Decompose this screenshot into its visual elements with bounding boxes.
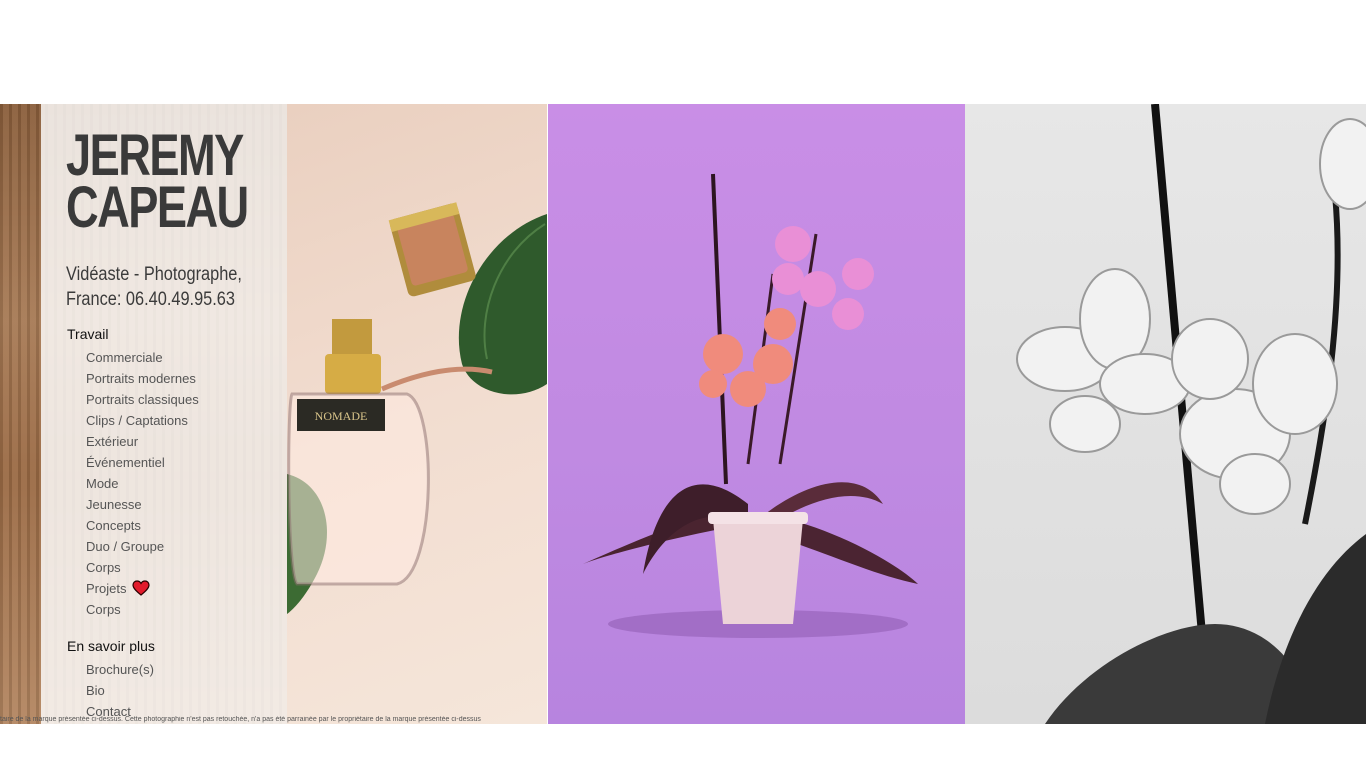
- menu-link[interactable]: Événementiel: [86, 455, 165, 470]
- menu-link[interactable]: Duo / Groupe: [86, 539, 164, 554]
- menu-item-corps-2[interactable]: Corps: [86, 599, 199, 620]
- menu-link[interactable]: Portraits modernes: [86, 371, 196, 386]
- photo-caption: taire de la marque présentée ci-dessus. …: [0, 716, 481, 723]
- sidebar: JEREMY CAPEAU Vidéaste - Photographe, Fr…: [41, 104, 287, 724]
- menu-section-travail: Travail: [67, 326, 109, 342]
- menu-link[interactable]: Brochure(s): [86, 662, 154, 677]
- menu-link[interactable]: Extérieur: [86, 434, 138, 449]
- menu-link[interactable]: Clips / Captations: [86, 413, 188, 428]
- site-title-line2[interactable]: CAPEAU: [66, 179, 249, 237]
- menu-item-portraits-modernes[interactable]: Portraits modernes: [86, 368, 199, 389]
- tagline: Vidéaste - Photographe, France: 06.40.49…: [66, 262, 242, 312]
- menu-link[interactable]: Mode: [86, 476, 119, 491]
- menu-item-clips-captations[interactable]: Clips / Captations: [86, 410, 199, 431]
- menu-item-bio[interactable]: Bio: [86, 680, 154, 701]
- menu-item-mode[interactable]: Mode: [86, 473, 199, 494]
- menu-link[interactable]: Bio: [86, 683, 105, 698]
- menu-item-exterieur[interactable]: Extérieur: [86, 431, 199, 452]
- menu-travail: Commerciale Portraits modernes Portraits…: [86, 347, 199, 620]
- tagline-line1: Vidéaste - Photographe,: [66, 264, 242, 285]
- photo-orchid-bw[interactable]: [965, 104, 1366, 724]
- menu-item-projets[interactable]: Projets: [86, 578, 199, 599]
- menu-item-portraits-classiques[interactable]: Portraits classiques: [86, 389, 199, 410]
- menu-item-concepts[interactable]: Concepts: [86, 515, 199, 536]
- site-title[interactable]: JEREMY CAPEAU: [66, 127, 249, 237]
- menu-link[interactable]: Jeunesse: [86, 497, 142, 512]
- heart-icon: [132, 580, 151, 596]
- menu-link[interactable]: Projets: [86, 581, 126, 596]
- menu-item-evenementiel[interactable]: Événementiel: [86, 452, 199, 473]
- menu-link[interactable]: Corps: [86, 560, 121, 575]
- photo-orchid-purple[interactable]: [548, 104, 965, 724]
- menu-item-jeunesse[interactable]: Jeunesse: [86, 494, 199, 515]
- menu-link[interactable]: Commerciale: [86, 350, 163, 365]
- menu-link[interactable]: Portraits classiques: [86, 392, 199, 407]
- menu-item-corps[interactable]: Corps: [86, 557, 199, 578]
- menu-item-brochures[interactable]: Brochure(s): [86, 659, 154, 680]
- tagline-line2: France: 06.40.49.95.63: [66, 289, 235, 310]
- menu-item-commerciale[interactable]: Commerciale: [86, 347, 199, 368]
- menu-link[interactable]: Corps: [86, 602, 121, 617]
- perfume-label: NOMADE: [315, 409, 368, 423]
- menu-item-duo-groupe[interactable]: Duo / Groupe: [86, 536, 199, 557]
- menu-link[interactable]: Concepts: [86, 518, 141, 533]
- menu-section-en-savoir-plus: En savoir plus: [67, 638, 155, 654]
- photo-perfume[interactable]: NOMADE: [287, 104, 547, 724]
- menu-en-savoir-plus: Brochure(s) Bio Contact: [86, 659, 154, 722]
